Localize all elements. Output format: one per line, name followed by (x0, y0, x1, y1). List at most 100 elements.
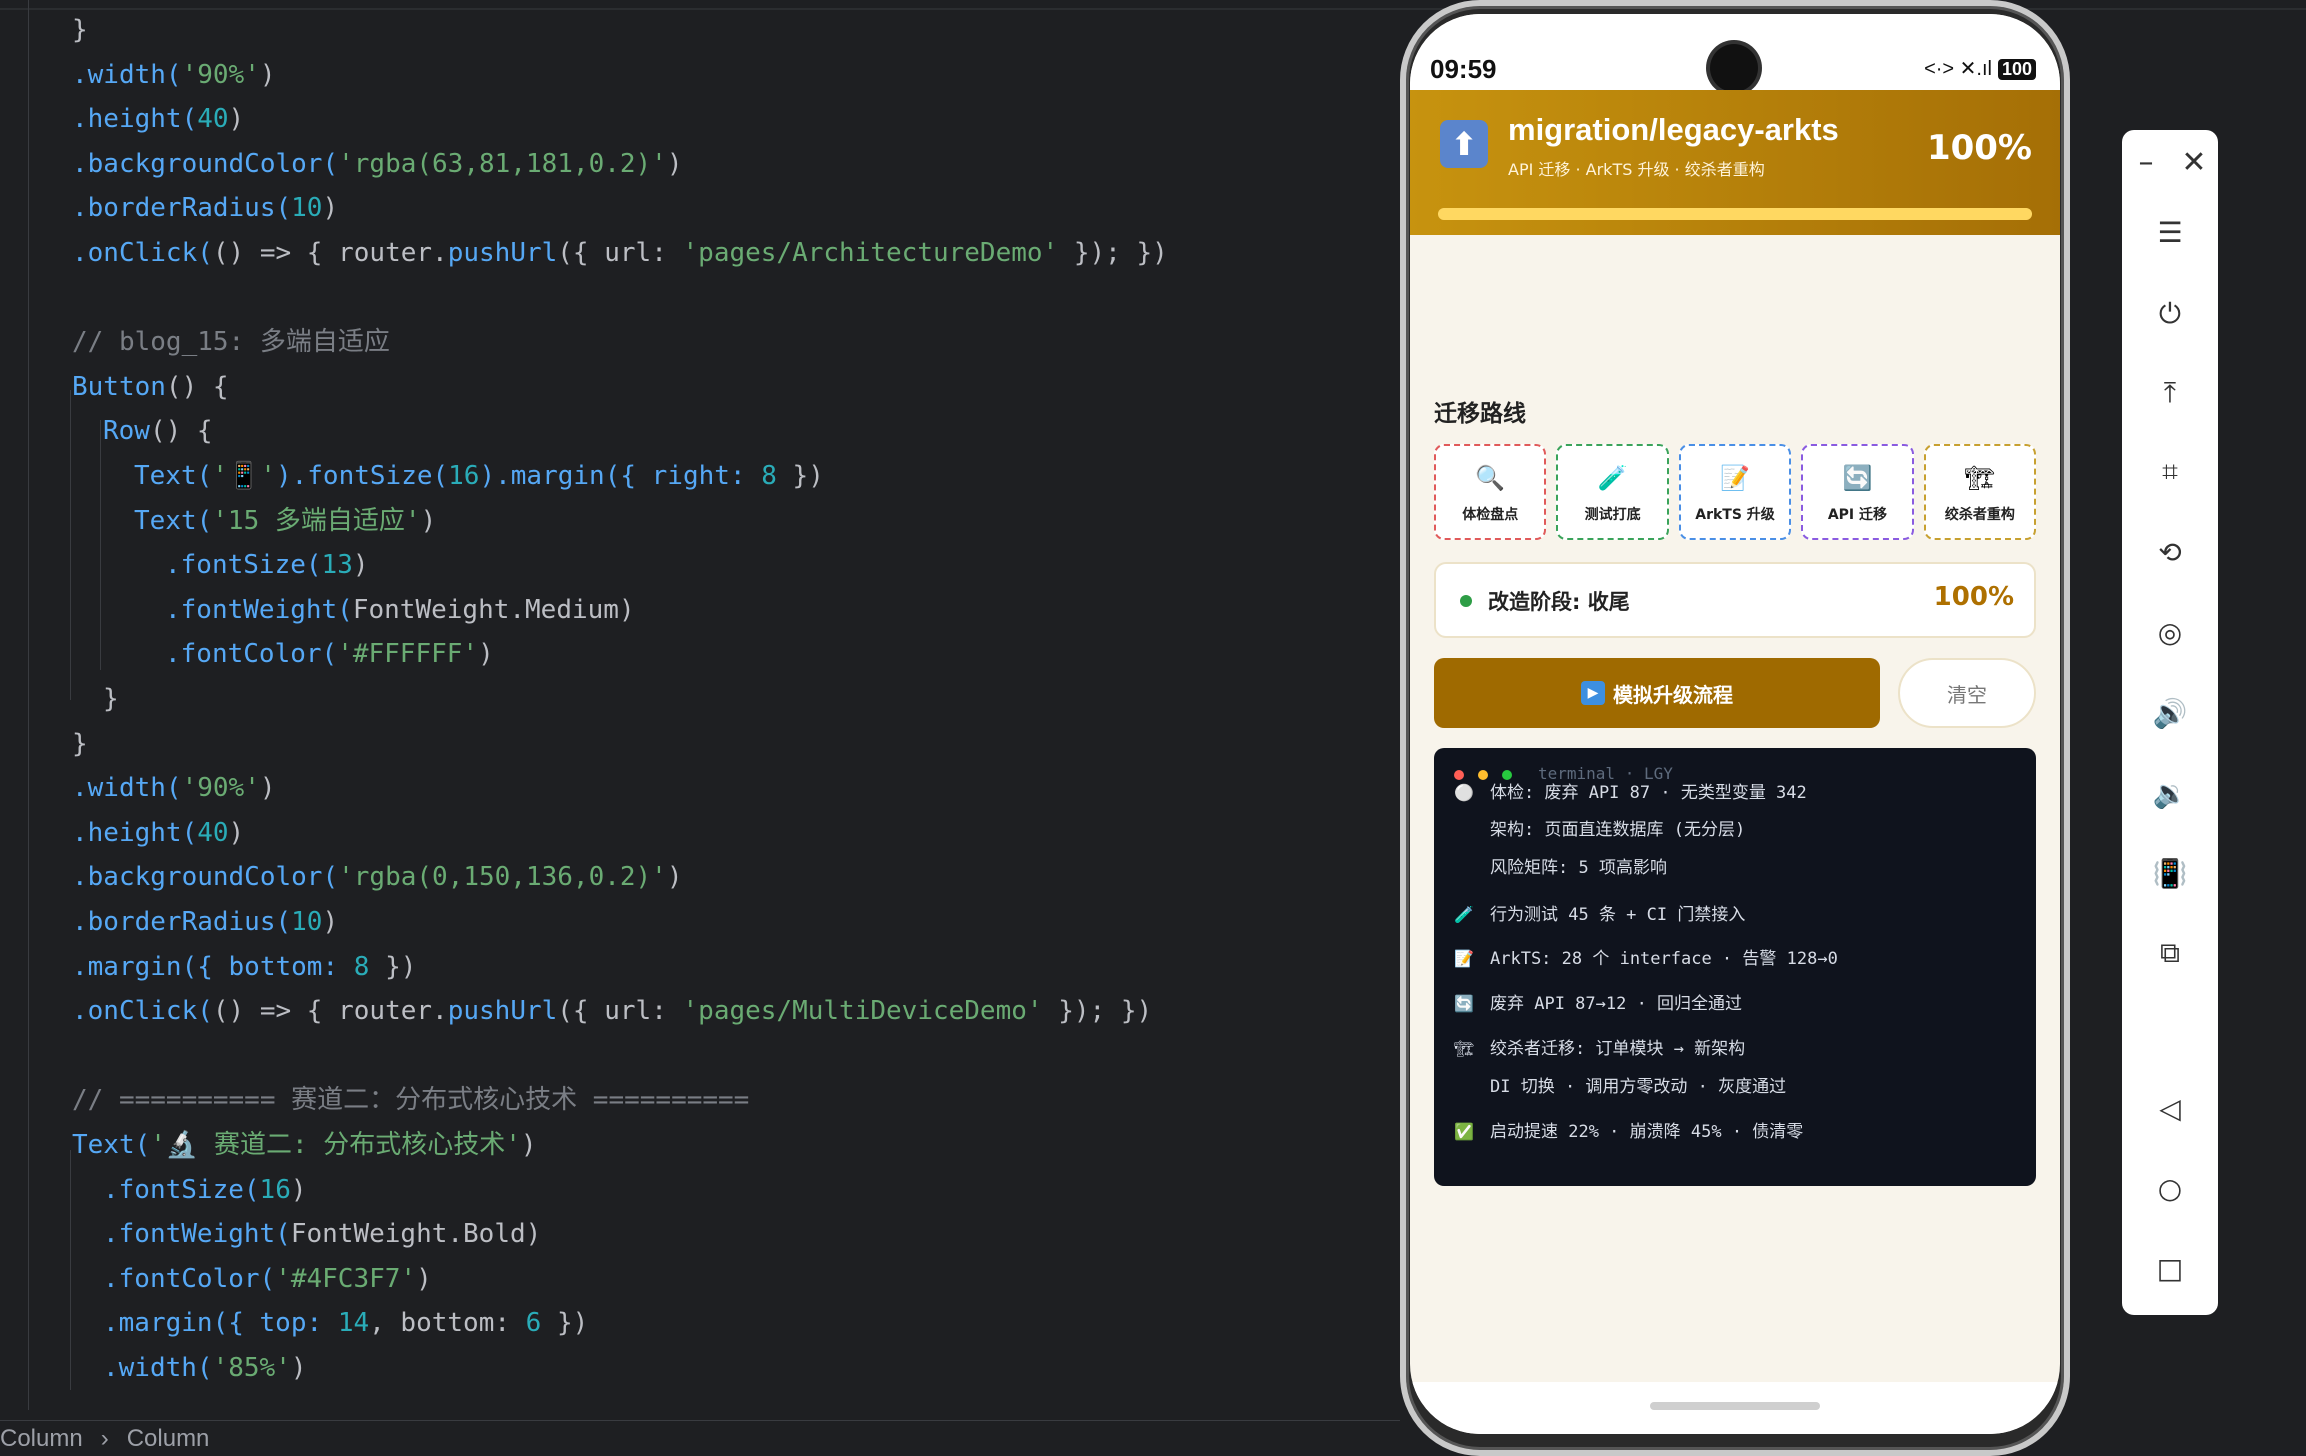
home-indicator[interactable] (1650, 1402, 1820, 1410)
code-line[interactable]: .margin({ top: 14, bottom: 6 }) (103, 1301, 588, 1345)
pin-top-icon[interactable]: ⤒ (2122, 363, 2218, 423)
recents-icon[interactable]: □ (2122, 1238, 2218, 1298)
progress-fill (1438, 208, 2032, 220)
code-line[interactable]: .onClick(() => { router.pushUrl({ url: '… (72, 231, 1168, 275)
rotate-icon[interactable]: ⟲ (2122, 522, 2218, 582)
crop-icon[interactable]: ⌗ (2122, 442, 2218, 502)
code-line[interactable]: .borderRadius(10) (72, 186, 338, 230)
banner-percent: 100% (1926, 128, 2032, 168)
code-token: .onClick( (72, 238, 213, 268)
code-token: '85%' (212, 1353, 291, 1383)
code-line[interactable]: Text('15 多端自适应') (134, 499, 436, 543)
migration-step-card[interactable]: 🔍 体检盘点 (1434, 444, 1547, 540)
code-line[interactable]: .fontColor('#FFFFFF') (165, 632, 494, 676)
phone-status-bar: 09:59 <·> ✕.ıl 100 (1410, 14, 2060, 92)
code-token: }) (369, 951, 417, 982)
terminal-line: ⚪ 体检: 废弃 API 87 · 无类型变量 342 (1434, 778, 2036, 808)
terminal-line: ✅ 启动提速 22% · 崩溃降 45% · 债清零 (1434, 1117, 2036, 1147)
code-line[interactable]: .height(40) (72, 811, 244, 855)
back-icon[interactable]: ◁ (2122, 1078, 2218, 1138)
code-token: pushUrl (447, 996, 558, 1027)
code-token: '15 多端自适应' (212, 505, 421, 536)
code-token: }); }) (1058, 238, 1168, 268)
minimize-button[interactable]: – (2122, 138, 2170, 186)
terminal-line-text: 绞杀者迁移: 订单模块 → 新架构 (1490, 1039, 1746, 1059)
code-line[interactable]: } (72, 8, 88, 52)
terminal-line-text: 废弃 API 87→12 · 回归全通过 (1490, 994, 1743, 1014)
code-token: 16 (259, 1174, 291, 1205)
menu-icon[interactable]: ☰ (2122, 202, 2218, 262)
terminal-line-icon: ⚪ (1454, 783, 1474, 802)
shake-icon[interactable]: 📳 (2122, 843, 2218, 903)
code-token: .height( (72, 817, 198, 848)
code-token: () { (149, 416, 213, 447)
code-token: .height( (72, 104, 198, 135)
code-line[interactable]: .width('90%') (72, 766, 276, 810)
code-line[interactable]: } (72, 722, 88, 766)
close-button[interactable]: ✕ (2170, 138, 2218, 186)
code-line[interactable]: } (103, 677, 119, 721)
code-line[interactable]: Row() { (103, 409, 213, 453)
upload-icon: ⬆ (1440, 120, 1488, 168)
code-line[interactable]: Text('📱').fontSize(16).margin({ right: 8… (134, 454, 824, 498)
code-line[interactable]: .borderRadius(10) (72, 900, 338, 944)
code-token: 10 (291, 193, 323, 224)
code-line[interactable]: .width('90%') (72, 53, 276, 97)
code-token: 'rgba(0,150,136,0.2)' (338, 862, 667, 893)
terminal-line-text: 行为测试 45 条 + CI 门禁接入 (1490, 905, 1746, 925)
migration-step-card[interactable]: 🏗 绞杀者重构 (1923, 444, 2037, 540)
code-token: ) (618, 594, 635, 625)
code-editor[interactable]: } .width('90%') .height(40) .backgroundColo… (0, 0, 1380, 1420)
volume-up-icon[interactable]: 🔊 (2122, 683, 2218, 743)
code-token: Row (103, 416, 150, 447)
code-token: 'pages/ArchitectureDemo' (682, 238, 1059, 268)
breadcrumb-item[interactable]: Column (127, 1425, 210, 1453)
code-token: ) (228, 104, 245, 135)
code-line[interactable]: .fontWeight(FontWeight.Bold) (103, 1212, 541, 1256)
breadcrumb-item[interactable]: Column (0, 1425, 83, 1453)
terminal-line: DI 切换 · 调用方零改动 · 灰度通过 (1434, 1072, 2036, 1102)
home-icon[interactable]: ○ (2122, 1158, 2218, 1218)
code-line[interactable]: Text('🔬 赛道二: 分布式核心技术') (72, 1123, 537, 1167)
code-token: .width( (72, 773, 182, 804)
screen-record-icon[interactable]: ◎ (2122, 602, 2218, 662)
code-token: ) (666, 862, 683, 893)
code-line[interactable]: .fontSize(13) (165, 543, 369, 587)
code-line[interactable]: .height(40) (72, 97, 244, 141)
code-line[interactable]: // blog_15: 多端自适应 (72, 320, 390, 364)
code-line[interactable]: .width('85%') (103, 1346, 307, 1390)
migration-step-card[interactable]: 🧪 测试打底 (1556, 444, 1669, 540)
terminal-line: 架构: 页面直连数据库 (无分层) (1434, 815, 2036, 845)
code-line[interactable]: .backgroundColor('rgba(63,81,181,0.2)') (72, 142, 683, 186)
code-token: } (103, 684, 119, 714)
migration-step-card[interactable]: 🔄 API 迁移 (1801, 444, 1914, 540)
clear-button[interactable]: 清空 (1898, 658, 2036, 728)
code-line[interactable]: .fontSize(16) (103, 1168, 307, 1212)
code-line[interactable]: .backgroundColor('rgba(0,150,136,0.2)') (72, 855, 683, 899)
code-line[interactable]: .fontColor('#4FC3F7') (103, 1257, 432, 1301)
code-token: 40 (197, 104, 229, 135)
code-token: .backgroundColor( (72, 148, 339, 179)
code-line[interactable]: // ========== 赛道二：分布式核心技术 ========== (72, 1078, 749, 1122)
code-token: ) (259, 59, 276, 90)
code-line[interactable]: .margin({ bottom: 8 }) (72, 945, 416, 989)
code-line[interactable]: .onClick(() => { router.pushUrl({ url: '… (72, 989, 1152, 1033)
step-icon: 📝 (1720, 464, 1750, 492)
status-icons: <·> ✕.ıl 100 (1924, 56, 2036, 81)
code-token: 13 (321, 550, 353, 581)
code-token: } (72, 728, 88, 759)
code-token: '📱' (212, 461, 276, 491)
power-icon[interactable]: ⏻ (2122, 284, 2218, 344)
step-label: ArkTS 升级 (1695, 507, 1775, 523)
code-line[interactable]: Button() { (72, 365, 229, 409)
migration-step-card[interactable]: 📝 ArkTS 升级 (1678, 444, 1792, 540)
banner-title: migration/legacy-arkts (1508, 112, 1839, 147)
simulate-upgrade-button[interactable]: ▶ 模拟升级流程 (1434, 658, 1880, 728)
terminal-line: 🔄 废弃 API 87→12 · 回归全通过 (1434, 989, 2036, 1019)
section-title: 迁移路线 (1434, 401, 1526, 427)
terminal-line: 📝 ArkTS: 28 个 interface · 告警 128→0 (1434, 944, 2036, 974)
code-line[interactable]: .fontWeight(FontWeight.Medium) (165, 588, 635, 632)
terminal-line: 🏗 绞杀者迁移: 订单模块 → 新架构 (1434, 1034, 2036, 1064)
volume-down-icon[interactable]: 🔉 (2122, 763, 2218, 823)
multi-device-icon[interactable]: ⧉ (2122, 923, 2218, 983)
